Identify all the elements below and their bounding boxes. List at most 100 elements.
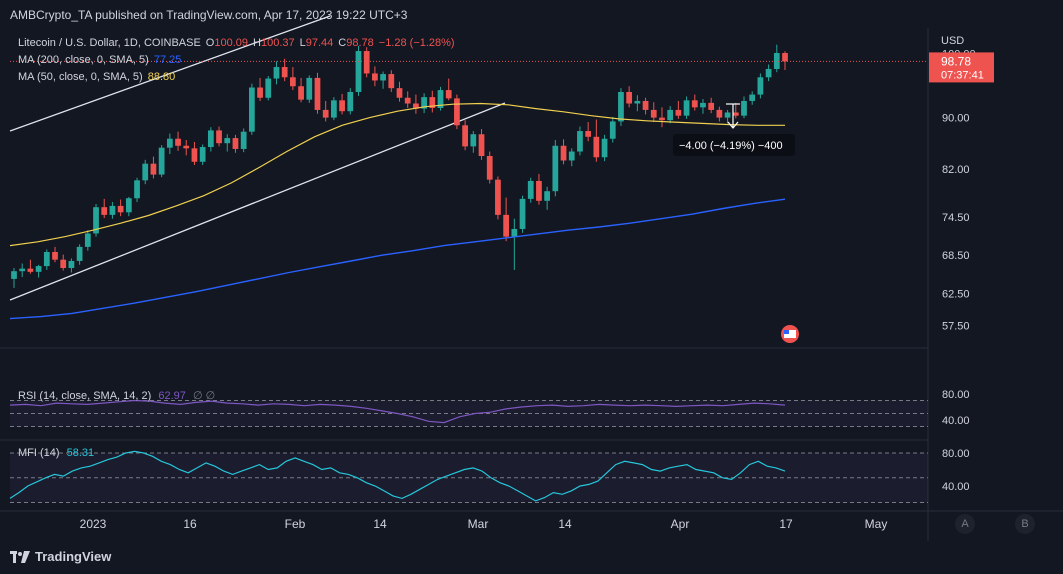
ma50-legend-row: MA (50, close, 0, SMA, 5) 88.80 [18, 69, 455, 86]
candle-body [618, 92, 624, 122]
candle-body [478, 134, 485, 156]
candle-body [626, 92, 633, 104]
candle-body [60, 259, 67, 268]
candle-body [101, 207, 108, 215]
candle-body [183, 145, 190, 149]
candle-body [527, 180, 534, 199]
candle-body [396, 88, 403, 98]
candle-body [445, 90, 452, 99]
rsi-extra-icon: ∅ ∅ [192, 390, 216, 402]
ma200-label[interactable]: MA (200, close, 0, SMA, 5) [18, 52, 149, 69]
candle-body [109, 205, 116, 215]
candle-body [757, 77, 764, 95]
price-tick-label: 68.50 [942, 250, 970, 262]
candle-body [142, 163, 149, 181]
candle-body [404, 97, 411, 104]
chart-legend: Litecoin / U.S. Dollar, 1D, COINBASE O10… [18, 35, 455, 86]
mfi-legend: MFI (14) 58.31 [18, 447, 94, 459]
candle-body [216, 130, 222, 144]
candle-body [544, 191, 551, 201]
mfi-tick-label: 80.00 [942, 448, 970, 460]
candle-body [609, 121, 616, 139]
candle-body [27, 268, 34, 272]
ma50-line [9, 102, 785, 247]
candle-body [741, 100, 747, 116]
candle-body [732, 112, 739, 116]
candle-body [298, 86, 304, 100]
candle-body [240, 131, 247, 149]
symbol-legend-row: Litecoin / U.S. Dollar, 1D, COINBASE O10… [18, 35, 455, 52]
rsi-value: 62.97 [158, 390, 186, 402]
candle-body [716, 109, 723, 118]
candle-body [749, 94, 756, 101]
mfi-tick-label: 40.00 [942, 481, 970, 493]
candle-body [601, 138, 608, 158]
candle-body [593, 136, 600, 158]
rsi-label[interactable]: RSI (14, close, SMA, 14, 2) [18, 390, 151, 402]
candle-body [462, 125, 468, 147]
chart-canvas[interactable]: −4.00 (−4.19%) −400 USD 90.00 82.00 74.50 68.… [0, 0, 1063, 574]
tradingview-brand: TradingView [35, 549, 112, 564]
auto-scale-button[interactable]: A [955, 514, 975, 534]
change-value: −1.28 (−1.28%) [378, 37, 455, 49]
open-value: 100.09 [214, 37, 249, 49]
candle-body [150, 163, 157, 175]
price-tick-label: 82.00 [942, 164, 970, 176]
ma200-value: 77.25 [153, 54, 182, 66]
ma50-value: 88.80 [147, 71, 176, 83]
candle-body [659, 117, 665, 121]
candle-body [199, 147, 206, 162]
candle-body [52, 252, 58, 260]
time-axis-label: 2023 [80, 517, 107, 531]
candle-body [470, 134, 477, 147]
tradingview-logo: TradingView [10, 549, 111, 564]
candle-body [257, 87, 263, 98]
candle-body [76, 246, 83, 261]
candle-body [724, 112, 731, 118]
flag-canton-icon [784, 330, 789, 334]
candle-body [347, 92, 354, 112]
time-axis-label: Mar [468, 517, 489, 531]
candle-body [207, 130, 214, 148]
high-label: H [253, 37, 261, 49]
rsi-legend: RSI (14, close, SMA, 14, 2) 62.97 ∅ ∅ [18, 389, 215, 402]
candle-body [339, 100, 345, 112]
ma50-label[interactable]: MA (50, close, 0, SMA, 5) [18, 69, 143, 86]
last-price-value: 98.78 [941, 54, 971, 68]
candle-body [19, 268, 26, 272]
candle-body [683, 100, 690, 116]
log-scale-button[interactable]: B [1015, 514, 1035, 534]
mfi-value: 58.31 [66, 447, 95, 459]
candle-body [158, 147, 165, 175]
candle-body [536, 180, 542, 201]
auto-scale-label: A [961, 518, 969, 530]
candle-body [125, 198, 132, 213]
candle-body [675, 109, 682, 116]
symbol-name[interactable]: Litecoin / U.S. Dollar, 1D, COINBASE [18, 35, 201, 52]
log-scale-label: B [1021, 518, 1029, 530]
trendline-lower[interactable] [9, 102, 506, 301]
time-axis-label: 17 [779, 517, 793, 531]
candle-body [667, 109, 674, 121]
rsi-tick-label: 40.00 [942, 415, 970, 427]
candle-body [700, 102, 706, 108]
candle-body [765, 68, 772, 78]
time-axis-label: Feb [285, 517, 306, 531]
candle-body [642, 100, 649, 110]
candle-body [232, 138, 239, 149]
candle-body [248, 87, 255, 132]
candle-body [708, 102, 715, 110]
candle-body [782, 53, 788, 62]
ma200-legend-row: MA (200, close, 0, SMA, 5) 77.25 [18, 52, 455, 69]
candle-body [117, 205, 124, 213]
candle-body [552, 145, 559, 192]
rsi-tick-label: 80.00 [942, 389, 970, 401]
candle-body [486, 156, 493, 180]
candle-body [43, 252, 50, 267]
mfi-label[interactable]: MFI (14) [18, 447, 60, 459]
candle-body [519, 198, 526, 229]
measure-tooltip-text: −4.00 (−4.19%) −400 [679, 140, 783, 152]
candle-body [511, 228, 518, 237]
candle-body [224, 138, 231, 144]
tradingview-mark-icon [10, 550, 30, 563]
